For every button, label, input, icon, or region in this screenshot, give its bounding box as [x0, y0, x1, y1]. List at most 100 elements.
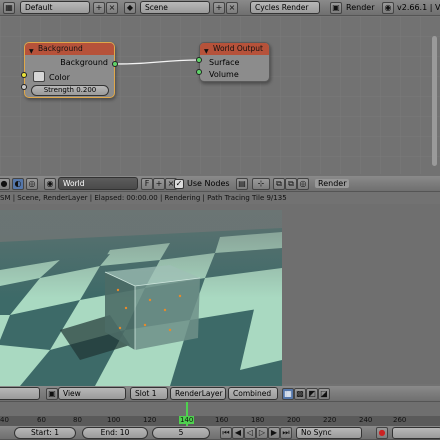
- render-engine-label: Cycles Render: [255, 3, 309, 12]
- image-editor[interactable]: [0, 204, 440, 386]
- backdrop-icon[interactable]: ▤: [236, 178, 248, 190]
- render-layer-dropdown[interactable]: RenderLayer: [170, 387, 226, 400]
- current-frame-label: 5: [178, 428, 184, 437]
- color-label: Color: [49, 73, 70, 82]
- sync-label: No Sync: [301, 428, 332, 437]
- scopes-icon[interactable]: ◪: [318, 388, 330, 400]
- snap-icon[interactable]: ⊹: [252, 178, 270, 190]
- strength-field[interactable]: Strength 0.200: [31, 85, 109, 96]
- play-reverse-icon[interactable]: ◁: [244, 427, 256, 439]
- tick-label: 240: [359, 416, 373, 424]
- jump-end-icon[interactable]: ⏭: [280, 427, 292, 439]
- pass-dropdown[interactable]: Combined: [228, 387, 278, 400]
- display-alpha-icon[interactable]: ▩: [294, 388, 306, 400]
- add-world-button[interactable]: +: [153, 178, 165, 190]
- paste-nodes-icon[interactable]: ⧉: [285, 178, 297, 190]
- scene-label: Scene: [145, 3, 168, 12]
- scene-icon[interactable]: ◆: [124, 2, 136, 14]
- render-status-text: SM | Scene, RenderLayer | Elapsed: 00:00…: [0, 194, 287, 202]
- strength-label: Strength 0.200: [43, 86, 97, 94]
- background-node-title: Background: [38, 44, 83, 53]
- surface-input-socket[interactable]: [196, 57, 202, 63]
- node-editor-header: ● ◐ ◎ ◉ World F + × ✓ Use Nodes ▤ ⊹ ⧉ ⧉ …: [0, 176, 440, 192]
- volume-input-socket[interactable]: [196, 69, 202, 75]
- node-editor-scrollbar[interactable]: [432, 36, 437, 166]
- current-frame-tick: 140: [179, 416, 195, 424]
- copy-nodes-icon[interactable]: ⧉: [273, 178, 285, 190]
- view-menu[interactable]: View: [58, 387, 126, 400]
- background-output-label: Background: [60, 58, 108, 67]
- world-output-title: World Output: [213, 44, 263, 53]
- timeline-header: Start: 1 End: 10 5 ⏮ ◀ ◁ ▷ ▶ ⏭ No Sync ●: [0, 426, 440, 440]
- layout-icon[interactable]: ▦: [3, 2, 15, 14]
- strength-input-socket[interactable]: [21, 84, 27, 90]
- editor-type-dropdown[interactable]: [0, 387, 40, 400]
- scene-remove-button[interactable]: ×: [226, 2, 238, 14]
- color-input-socket[interactable]: [21, 72, 27, 78]
- node-editor[interactable]: ▼ Background Background Color Strength 0…: [0, 16, 440, 174]
- tick-label: 80: [73, 416, 82, 424]
- volume-label: Volume: [209, 70, 239, 79]
- tick-label: 200: [287, 416, 301, 424]
- blender-icon: ◉: [382, 2, 394, 14]
- prev-keyframe-icon[interactable]: ◀: [232, 427, 244, 439]
- color-swatch[interactable]: [33, 71, 45, 82]
- render-label: Render: [315, 179, 350, 188]
- next-keyframe-icon[interactable]: ▶: [268, 427, 280, 439]
- preview-icon[interactable]: ◎: [297, 178, 309, 190]
- tick-label: 180: [251, 416, 265, 424]
- tick-label: 220: [323, 416, 337, 424]
- record-icon[interactable]: ●: [376, 427, 388, 439]
- current-frame-field[interactable]: 5: [152, 427, 210, 439]
- use-nodes-checkbox[interactable]: ✓: [174, 179, 184, 189]
- render-icon[interactable]: ▣: [330, 2, 342, 14]
- end-frame-label: End: 10: [100, 428, 130, 437]
- fake-user-button[interactable]: F: [141, 178, 153, 190]
- display-color-icon[interactable]: ▦: [282, 388, 294, 400]
- tick-label: 120: [143, 416, 157, 424]
- layout-add-button[interactable]: +: [93, 2, 105, 14]
- scene-field[interactable]: Scene: [140, 1, 210, 14]
- info-header: ▦ Default + × ◆ Scene + × Cycles Render …: [0, 0, 440, 16]
- version-label: v2.66.1 | Ve: [397, 3, 440, 12]
- world-name-field[interactable]: World: [58, 177, 138, 190]
- screen-layout-label: Default: [25, 3, 53, 12]
- tick-label: 60: [37, 416, 46, 424]
- pass-label: Combined: [233, 389, 272, 398]
- render-layer-label: RenderLayer: [175, 389, 223, 398]
- tick-label: 100: [107, 416, 121, 424]
- world-datablock-icon[interactable]: ◎: [26, 178, 38, 190]
- tick-label: 160: [215, 416, 229, 424]
- screen-layout-field[interactable]: Default: [20, 1, 90, 14]
- tick-label: 260: [393, 416, 407, 424]
- browse-world-icon[interactable]: ◉: [44, 178, 56, 190]
- layout-remove-button[interactable]: ×: [106, 2, 118, 14]
- display-zbuffer-icon[interactable]: ◩: [306, 388, 318, 400]
- jump-start-icon[interactable]: ⏮: [220, 427, 232, 439]
- view-menu-label: View: [63, 389, 81, 398]
- keying-set-field[interactable]: [392, 427, 440, 439]
- start-frame-label: Start: 1: [30, 428, 59, 437]
- background-node-header[interactable]: ▼ Background: [25, 43, 114, 55]
- world-shader-icon[interactable]: ◐: [12, 178, 24, 190]
- collapse-icon[interactable]: ▼: [204, 46, 209, 58]
- slot-dropdown[interactable]: Slot 1: [130, 387, 168, 400]
- end-frame-field[interactable]: End: 10: [82, 427, 148, 439]
- background-output-socket[interactable]: [112, 61, 118, 67]
- render-engine-dropdown[interactable]: Cycles Render: [250, 1, 320, 14]
- start-frame-field[interactable]: Start: 1: [14, 427, 76, 439]
- collapse-icon[interactable]: ▼: [29, 46, 34, 58]
- render-info-bar: SM | Scene, RenderLayer | Elapsed: 00:00…: [0, 194, 440, 204]
- render-menu[interactable]: Render: [346, 3, 374, 12]
- background-node[interactable]: ▼ Background Background Color Strength 0…: [24, 42, 115, 98]
- object-shader-icon[interactable]: ●: [0, 178, 10, 190]
- image-editor-icon[interactable]: ▣: [46, 388, 58, 400]
- slot-label: Slot 1: [135, 389, 157, 398]
- world-output-node[interactable]: ▼ World Output Surface Volume: [199, 42, 270, 82]
- sync-dropdown[interactable]: No Sync: [296, 427, 362, 439]
- scene-add-button[interactable]: +: [213, 2, 225, 14]
- world-output-header[interactable]: ▼ World Output: [200, 43, 269, 55]
- play-icon[interactable]: ▷: [256, 427, 268, 439]
- timeline[interactable]: 40 60 80 100 120 140 160 180 200 220 240…: [0, 402, 440, 426]
- image-editor-header: ▣ View Slot 1 RenderLayer Combined ▦ ▩ ◩…: [0, 386, 440, 402]
